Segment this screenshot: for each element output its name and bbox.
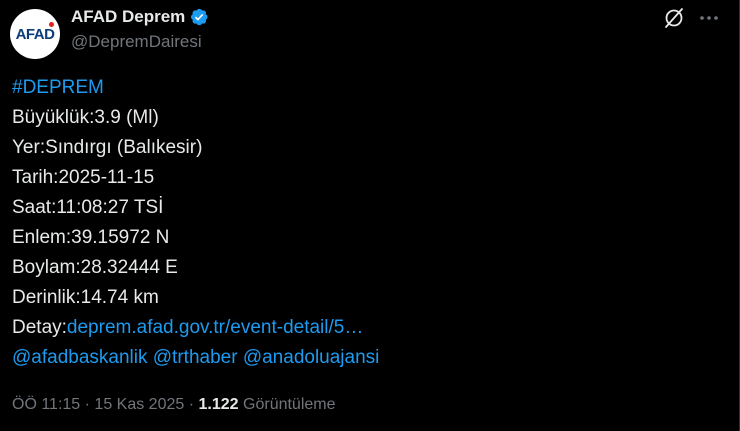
grok-icon[interactable] [662,6,686,30]
post-date[interactable]: 15 Kas 2025 [94,396,184,413]
tweet-meta: ÖÖ 11:15 · 15 Kas 2025 · 1.122 Görüntüle… [12,394,336,416]
avatar-logo-dot [49,22,54,27]
views-count: 1.122 [198,396,239,413]
meta-separator: · [188,396,195,413]
mention-link[interactable]: @anadoluajansi [243,347,380,368]
location-line: Yer:Sındırgı (Balıkesir) [12,137,203,158]
time-line: Saat:11:08:27 TSİ [12,197,164,218]
author-name[interactable]: AFAD Deprem [71,6,185,28]
longitude-line: Boylam:28.32444 E [12,257,178,278]
author-name-row[interactable]: AFAD Deprem [71,6,209,28]
mention-link[interactable]: @afadbaskanlik [12,347,147,368]
avatar-logo-text: AFAD [15,25,55,43]
tweet-card: AFAD AFAD Deprem @DepremDairesi #DEPREM … [0,0,740,431]
author-handle[interactable]: @DepremDairesi [71,31,202,53]
avatar[interactable]: AFAD [10,9,60,59]
more-icon[interactable] [697,6,721,30]
mention-link[interactable]: @trthaber [153,347,238,368]
verified-badge-icon [191,8,208,26]
date-line: Tarih:2025-11-15 [12,167,155,188]
detail-link[interactable]: deprem.afad.gov.tr/event-detail/5… [67,317,363,338]
views-label: Görüntüleme [243,396,336,413]
latitude-line: Enlem:39.15972 N [12,227,170,248]
meta-separator: · [84,396,90,413]
post-time[interactable]: ÖÖ 11:15 [12,396,80,413]
detail-label: Detay: [12,317,67,338]
hashtag-link[interactable]: #DEPREM [12,77,104,98]
depth-line: Derinlik:14.74 km [12,287,159,308]
magnitude-line: Büyüklük:3.9 (Ml) [12,107,159,128]
tweet-text: #DEPREM Büyüklük:3.9 (Ml) Yer:Sındırgı (… [12,73,379,373]
